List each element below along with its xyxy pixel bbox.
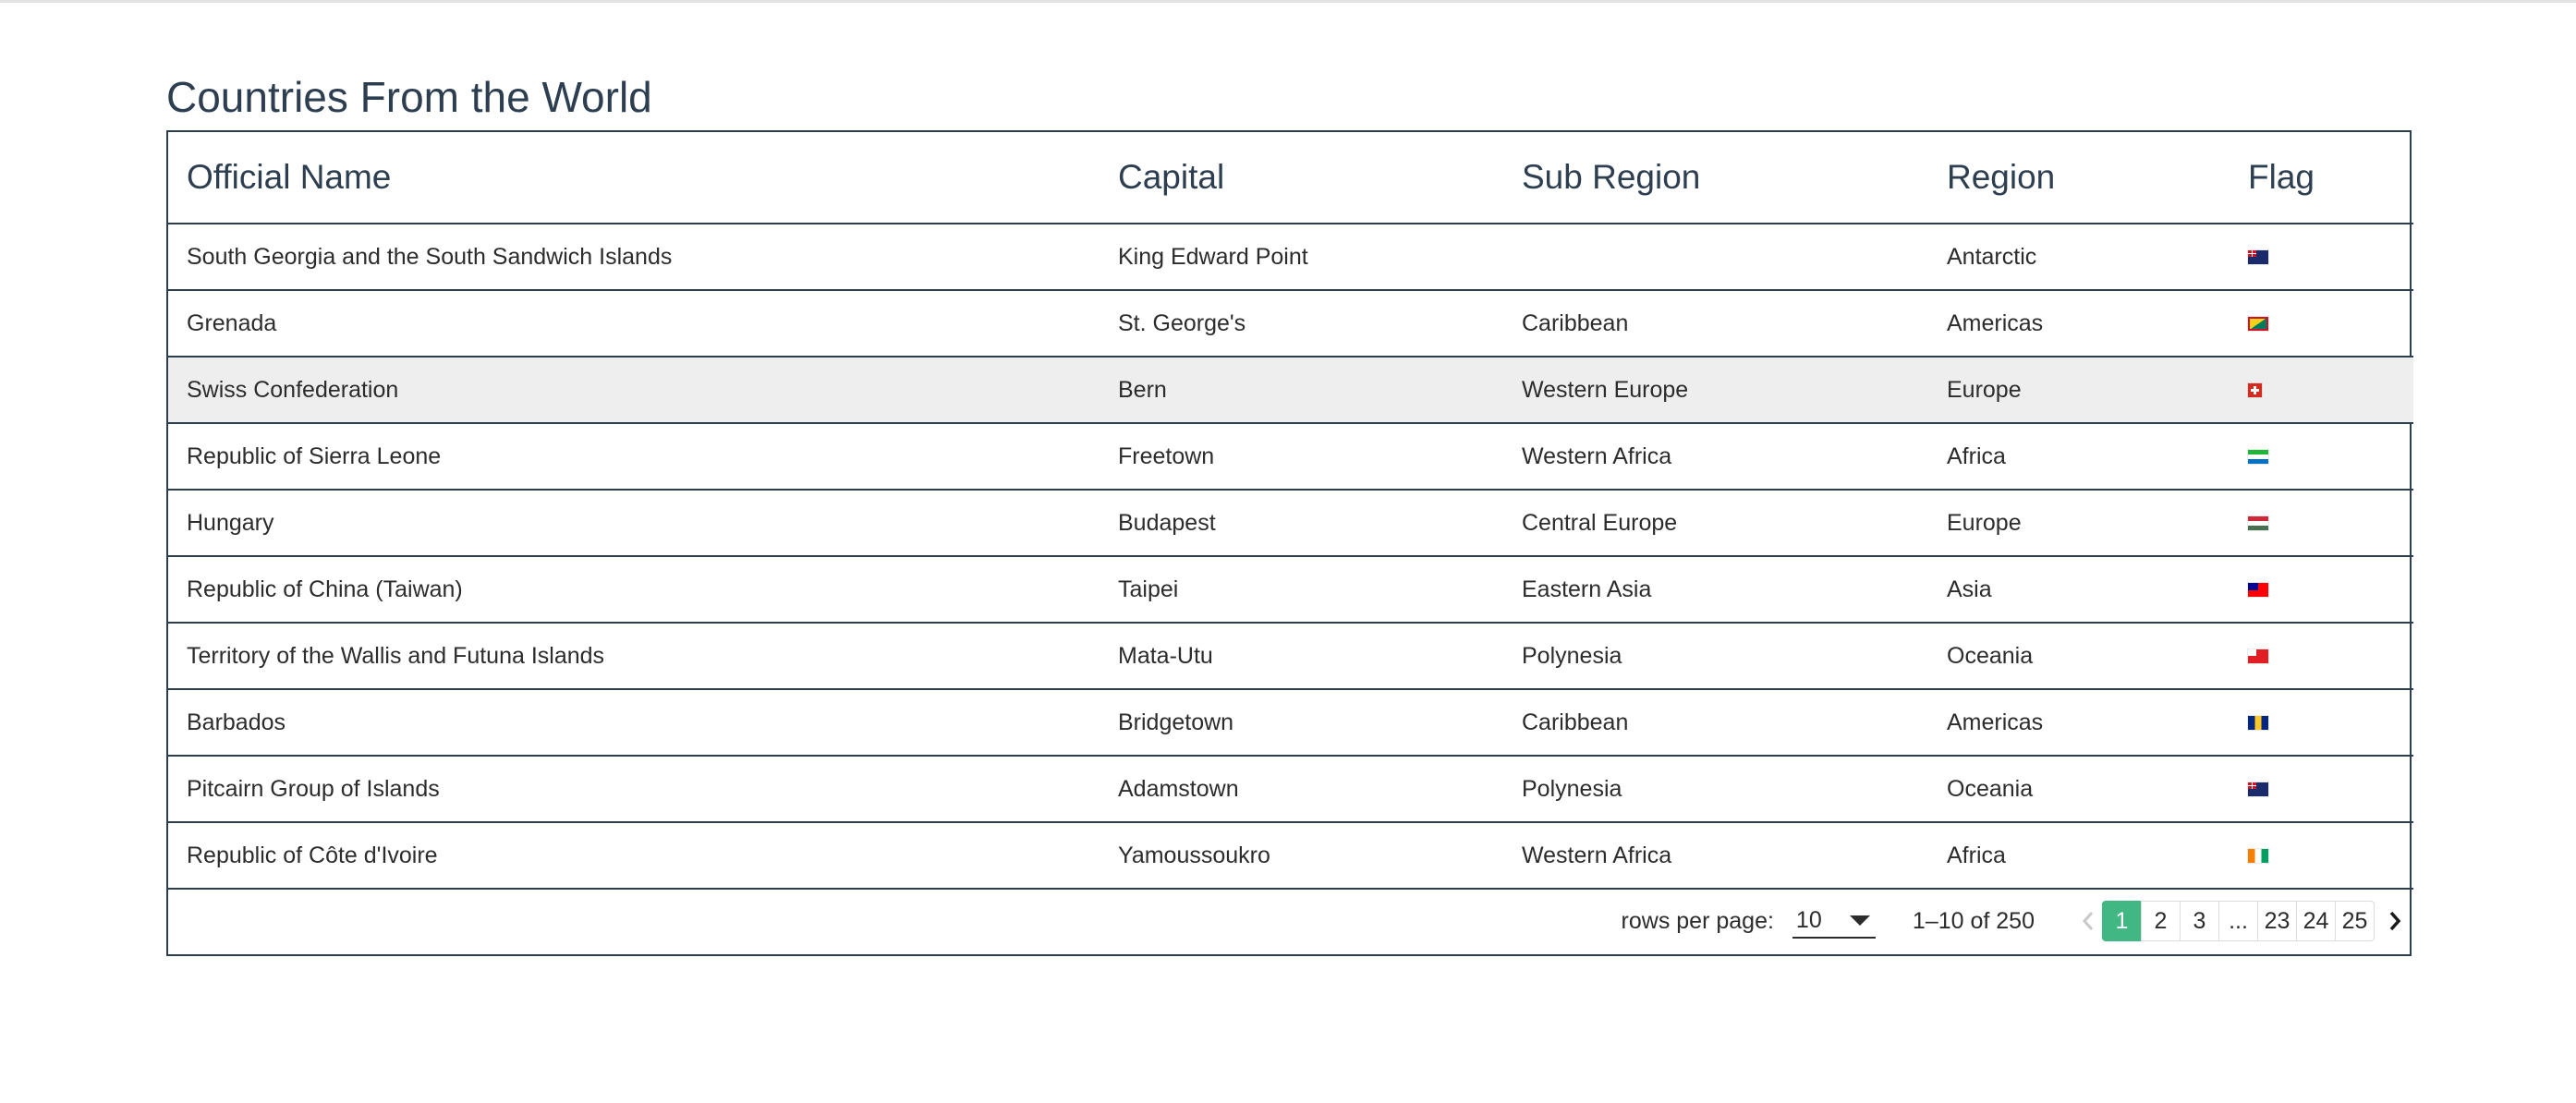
cell-flag: [2230, 290, 2413, 357]
cell-sub-region: Western Africa: [1522, 842, 1672, 868]
cell-official-name: Pitcairn Group of Islands: [187, 775, 440, 802]
cell-flag: [2230, 756, 2413, 822]
table-header-row: Official Name Capital Sub Region Region …: [168, 132, 2413, 224]
cell-official-name: Grenada: [187, 309, 277, 336]
cell-region: Oceania: [1947, 642, 2034, 669]
cell-flag: [2230, 822, 2413, 889]
cell-region: Europe: [1947, 509, 2022, 536]
cell-sub-region: Polynesia: [1522, 775, 1622, 802]
cell-sub-region: Central Europe: [1522, 509, 1678, 536]
cell-official-name: Barbados: [187, 709, 286, 735]
cell-flag: [2230, 423, 2413, 490]
cell-official-name: Swiss Confederation: [187, 376, 399, 403]
pagination: 1 2 3 ... 23 24 25: [2102, 901, 2375, 941]
cell-capital: Adamstown: [1118, 775, 1239, 802]
cell-sub-region: [1503, 224, 1928, 290]
cell-capital: Bridgetown: [1118, 709, 1234, 735]
countries-table-container: Official Name Capital Sub Region Region …: [166, 130, 2413, 956]
page-button-3[interactable]: 3: [2180, 901, 2219, 941]
cell-capital: St. George's: [1118, 309, 1246, 336]
table-row[interactable]: Hungary Budapest Central Europe Europe: [168, 490, 2413, 556]
cell-region: Antarctic: [1947, 243, 2037, 270]
column-header-capital[interactable]: Capital: [1100, 132, 1503, 224]
cell-sub-region: Caribbean: [1522, 709, 1629, 735]
flag-hungary-icon: [2248, 516, 2268, 531]
cell-capital: Mata-Utu: [1118, 642, 1213, 669]
cell-region: Africa: [1947, 842, 2006, 868]
table-row[interactable]: Pitcairn Group of Islands Adamstown Poly…: [168, 756, 2413, 822]
cell-capital: Bern: [1118, 376, 1167, 403]
column-header-sub-region[interactable]: Sub Region: [1503, 132, 1928, 224]
table-row[interactable]: Republic of China (Taiwan) Taipei Easter…: [168, 556, 2413, 623]
page-title: Countries From the World: [166, 73, 652, 121]
page-range-text: 1–10 of 250: [1912, 907, 2035, 934]
next-page-button[interactable]: [2380, 901, 2410, 941]
cell-official-name: Hungary: [187, 509, 274, 536]
cell-region: Europe: [1947, 376, 2022, 403]
cell-flag: [2230, 224, 2413, 290]
chevron-left-icon: [2082, 912, 2094, 930]
table-row[interactable]: Territory of the Wallis and Futuna Islan…: [168, 623, 2413, 689]
previous-page-button[interactable]: [2073, 901, 2103, 941]
table-row[interactable]: South Georgia and the South Sandwich Isl…: [168, 224, 2413, 290]
cell-region: Americas: [1947, 309, 2044, 336]
cell-sub-region: Caribbean: [1522, 309, 1629, 336]
rows-per-page-label: rows per page:: [1621, 907, 1774, 934]
cell-capital: Budapest: [1118, 509, 1216, 536]
flag-sierra-leone-icon: [2248, 450, 2268, 465]
table-row[interactable]: Republic of Sierra Leone Freetown Wester…: [168, 423, 2413, 490]
column-header-flag[interactable]: Flag: [2230, 132, 2413, 224]
table-row[interactable]: Barbados Bridgetown Caribbean Americas: [168, 689, 2413, 756]
cell-capital: Yamoussoukro: [1118, 842, 1270, 868]
cell-region: Asia: [1947, 576, 1992, 602]
caret-down-icon: [1849, 915, 1870, 926]
cell-sub-region: Eastern Asia: [1522, 576, 1652, 602]
flag-barbados-icon: [2248, 716, 2268, 731]
table-row[interactable]: Republic of Côte d'Ivoire Yamoussoukro W…: [168, 822, 2413, 889]
top-divider: [0, 0, 2576, 3]
table-row-hovered[interactable]: Swiss Confederation Bern Western Europe …: [168, 357, 2413, 423]
rows-per-page-value: 10: [1795, 906, 1822, 933]
cell-official-name: South Georgia and the South Sandwich Isl…: [187, 243, 673, 270]
flag-pitcairn-icon: [2248, 782, 2268, 797]
page-button-2[interactable]: 2: [2141, 901, 2181, 941]
flag-south-georgia-icon: [2248, 250, 2268, 265]
page-button-24[interactable]: 24: [2296, 901, 2336, 941]
cell-flag: [2230, 689, 2413, 756]
page-ellipsis[interactable]: ...: [2218, 901, 2258, 941]
flag-wallis-futuna-icon: [2248, 649, 2268, 664]
flag-switzerland-icon: [2248, 383, 2262, 398]
column-header-region[interactable]: Region: [1928, 132, 2230, 224]
page-button-25[interactable]: 25: [2335, 901, 2375, 941]
countries-table: Official Name Capital Sub Region Region …: [168, 132, 2413, 890]
cell-capital: King Edward Point: [1118, 243, 1308, 270]
cell-sub-region: Western Africa: [1522, 442, 1672, 469]
flag-ivory-coast-icon: [2248, 849, 2268, 864]
cell-region: Africa: [1947, 442, 2006, 469]
flag-taiwan-icon: [2248, 583, 2268, 598]
page-button-23[interactable]: 23: [2257, 901, 2297, 941]
cell-region: Oceania: [1947, 775, 2034, 802]
page-button-1[interactable]: 1: [2102, 901, 2142, 941]
cell-official-name: Republic of Côte d'Ivoire: [187, 842, 438, 868]
cell-official-name: Republic of Sierra Leone: [187, 442, 442, 469]
rows-per-page-select[interactable]: 10: [1792, 903, 1876, 939]
cell-flag: [2230, 357, 2413, 423]
cell-sub-region: Western Europe: [1522, 376, 1689, 403]
cell-flag: [2230, 490, 2413, 556]
cell-sub-region: Polynesia: [1522, 642, 1622, 669]
cell-capital: Taipei: [1118, 576, 1179, 602]
cell-flag: [2230, 623, 2413, 689]
table-row[interactable]: Grenada St. George's Caribbean Americas: [168, 290, 2413, 357]
cell-flag: [2230, 556, 2413, 623]
table-footer: rows per page: 10 1–10 of 250 1 2 3 ... …: [168, 888, 2410, 954]
cell-region: Americas: [1947, 709, 2044, 735]
column-header-official-name[interactable]: Official Name: [168, 132, 1100, 224]
flag-grenada-icon: [2248, 317, 2268, 332]
cell-official-name: Territory of the Wallis and Futuna Islan…: [187, 642, 605, 669]
chevron-right-icon: [2389, 911, 2401, 931]
cell-official-name: Republic of China (Taiwan): [187, 576, 463, 602]
cell-capital: Freetown: [1118, 442, 1215, 469]
